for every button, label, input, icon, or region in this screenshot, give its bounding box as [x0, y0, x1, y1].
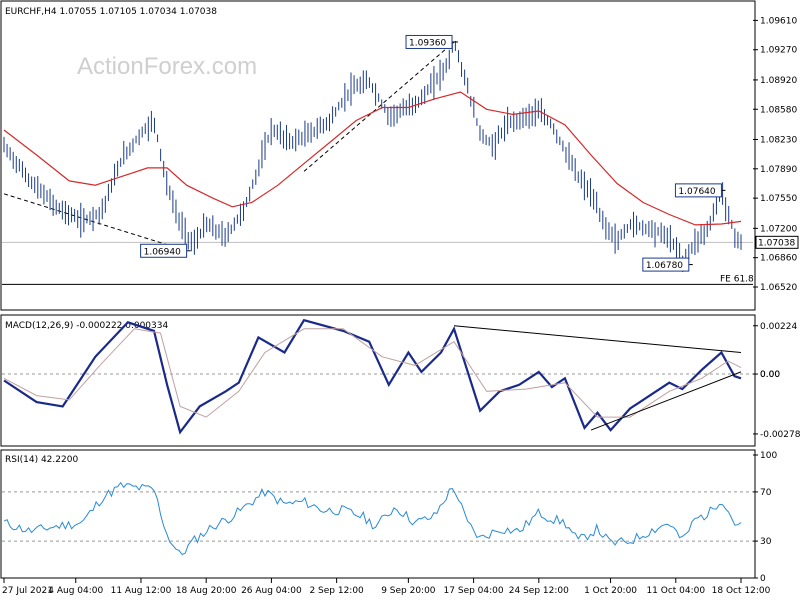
x-tick-label: 9 Sep 20:00	[381, 586, 436, 596]
y-tick-label: 1.08920	[760, 76, 797, 86]
y-tick-label: 1.07200	[760, 224, 797, 234]
x-tick-label: 11 Aug 12:00	[111, 586, 172, 596]
x-tick-label: 18 Oct 12:00	[712, 586, 771, 596]
main-panel-header: EURCHF,H4 1.07055 1.07105 1.07034 1.0703…	[5, 7, 217, 17]
macd-panel: MACD(12,26,9) -0.000222 0.000334 0.00224…	[0, 314, 800, 447]
macd-trendline	[590, 371, 742, 431]
x-tick-label: 26 Aug 04:00	[241, 586, 302, 596]
rsi-panel: RSI(14) 42.2200 100 70 30 0	[0, 449, 777, 584]
macd-line	[3, 318, 742, 435]
callout-label: 1.06940	[144, 247, 181, 257]
rsi-y-tick-label: 70	[760, 488, 772, 498]
x-tick-label: 24 Sep 12:00	[509, 586, 569, 596]
rsi-y-tick-label: 30	[760, 537, 772, 547]
rsi-marks: 100 70 30 0	[2, 451, 777, 584]
x-tick-label: 4 Aug 04:00	[48, 586, 103, 596]
y-tick-label: 1.08580	[760, 105, 797, 115]
x-tick-label: 1 Oct 20:00	[584, 586, 637, 596]
chart-root: EURCHF,H4 1.07055 1.07105 1.07034 1.0703…	[0, 0, 800, 596]
macd-y-tick-label: -0.002785	[760, 430, 800, 440]
macd-y-tick-label: 0.00224	[760, 322, 797, 332]
macd-zero-label: 0.00	[760, 370, 780, 380]
watermark: ActionForex.com	[77, 53, 257, 80]
rsi-line	[3, 481, 742, 556]
y-tick-label: 1.06860	[760, 254, 797, 264]
y-tick-label: 1.09270	[760, 46, 797, 56]
y-tick-label: 1.09610	[760, 16, 797, 26]
callout-label: 1.07640	[678, 187, 715, 197]
trendline	[303, 41, 455, 172]
rsi-panel-frame	[0, 449, 756, 579]
macd-trendline	[453, 325, 742, 353]
current-price-label: 1.07038	[758, 238, 795, 248]
fe-level-label: FE 61.8	[720, 274, 754, 284]
x-axis: 27 Jul 20214 Aug 04:00 11 Aug 12:00 18 Aug…	[2, 578, 771, 596]
main-panel: EURCHF,H4 1.07055 1.07105 1.07034 1.0703…	[0, 0, 799, 311]
x-tick-label: 17 Sep 04:00	[444, 586, 504, 596]
y-tick-label: 1.07890	[760, 165, 797, 175]
macd-panel-frame	[0, 314, 756, 447]
moving-average-line	[3, 91, 742, 226]
rsi-y-tick-label: 0	[760, 574, 766, 584]
callout-label: 1.09360	[409, 38, 446, 48]
y-tick-label: 1.08230	[760, 135, 797, 145]
callout-label: 1.06780	[646, 261, 683, 271]
x-tick-label: 2 Sep 12:00	[309, 586, 364, 596]
rsi-panel-header: RSI(14) 42.2200	[5, 455, 78, 465]
x-tick-label: 18 Aug 20:00	[176, 586, 237, 596]
x-tick-label: 11 Oct 04:00	[646, 586, 705, 596]
macd-marks: 0.002240.00-0.0027850.00	[2, 318, 800, 440]
y-tick-label: 1.06520	[760, 283, 797, 293]
macd-panel-header: MACD(12,26,9) -0.000222 0.000334	[5, 321, 168, 331]
y-tick-label: 1.07550	[760, 194, 797, 204]
main-panel-frame	[0, 0, 756, 311]
rsi-y-tick-label: 100	[760, 451, 777, 461]
x-tick-label: 27 Jul 2021	[2, 586, 53, 596]
